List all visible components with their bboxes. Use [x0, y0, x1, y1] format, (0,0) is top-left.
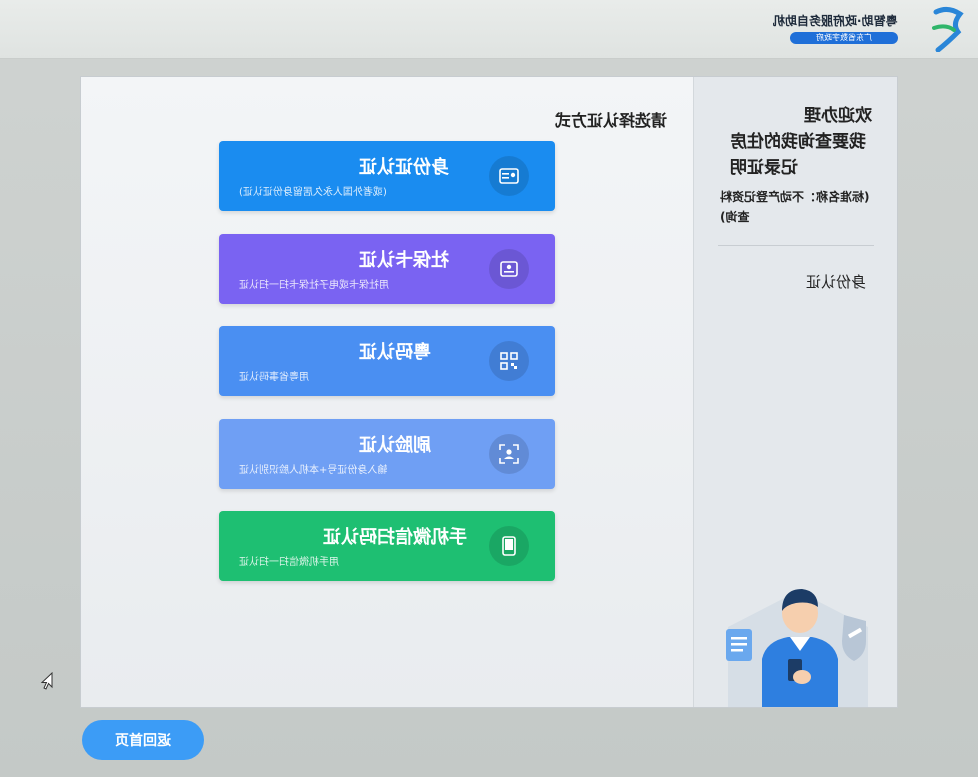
- option-subtitle: 用手机微信扫一扫认证: [239, 557, 339, 568]
- option-yue-code[interactable]: 粤码认证 用粤省事码认证: [219, 326, 555, 396]
- service-staff-illustration: [726, 589, 868, 707]
- back-home-button[interactable]: 返回首页: [82, 720, 204, 760]
- welcome-text: 欢迎办理: [804, 106, 872, 126]
- option-subtitle: 输入身份证号+本机人脸识别认证: [239, 465, 388, 476]
- option-id-card[interactable]: 身份证认证 (或者外国人永久居留身份证认证): [219, 141, 555, 211]
- option-social-security-card[interactable]: 社保卡认证 用社保卡或电子社保卡扫一扫认证: [219, 234, 555, 304]
- id-card-icon: [489, 156, 529, 196]
- auth-options-area: 请选择认证方式 身份证认证 (或者外国人永久居留身份证认证) 社保卡认证 用社保…: [81, 77, 693, 707]
- main-panel: 请选择认证方式 身份证认证 (或者外国人永久居留身份证认证) 社保卡认证 用社保…: [80, 76, 898, 708]
- option-subtitle: 用社保卡或电子社保卡扫一扫认证: [239, 280, 389, 291]
- option-title: 身份证认证: [359, 157, 449, 178]
- brand-tagline: 广东省数字政府: [790, 32, 898, 44]
- social-security-card-icon: [489, 249, 529, 289]
- option-title: 社保卡认证: [359, 250, 449, 271]
- pointer-cursor-icon: [40, 672, 53, 690]
- brand-name: 粤智助·政府服务自助机: [773, 14, 898, 28]
- option-title: 粤码认证: [359, 342, 431, 363]
- service-sidebar: 欢迎办理 我要查询我的住房记录证明 (标准名称：不动产登记资料查询) 身份认证: [693, 77, 897, 707]
- prompt-heading: 请选择认证方式: [555, 111, 668, 130]
- option-subtitle: (或者外国人永久居留身份证认证): [239, 187, 387, 198]
- brand-logo-icon: [932, 6, 964, 52]
- option-title: 手机微信扫码认证: [323, 527, 467, 548]
- top-bar: 粤智助·政府服务自助机 广东省数字政府: [0, 0, 978, 59]
- brand: 粤智助·政府服务自助机 广东省数字政府: [718, 6, 964, 52]
- phone-icon: [489, 526, 529, 566]
- back-home-label: 返回首页: [115, 733, 171, 749]
- option-title: 刷脸认证: [359, 435, 431, 456]
- qr-code-icon: [489, 341, 529, 381]
- option-wechat-scan[interactable]: 手机微信扫码认证 用手机微信扫一扫认证: [219, 511, 555, 581]
- current-step-label: 身份认证: [806, 273, 867, 291]
- divider: [718, 245, 874, 246]
- standard-name: (标准名称：不动产登记资料查询): [720, 190, 870, 224]
- service-title: 我要查询我的住房记录证明: [730, 132, 866, 178]
- option-face-scan[interactable]: 刷脸认证 输入身份证号+本机人脸识别认证: [219, 419, 555, 489]
- option-subtitle: 用粤省事码认证: [239, 372, 309, 383]
- face-scan-icon: [489, 434, 529, 474]
